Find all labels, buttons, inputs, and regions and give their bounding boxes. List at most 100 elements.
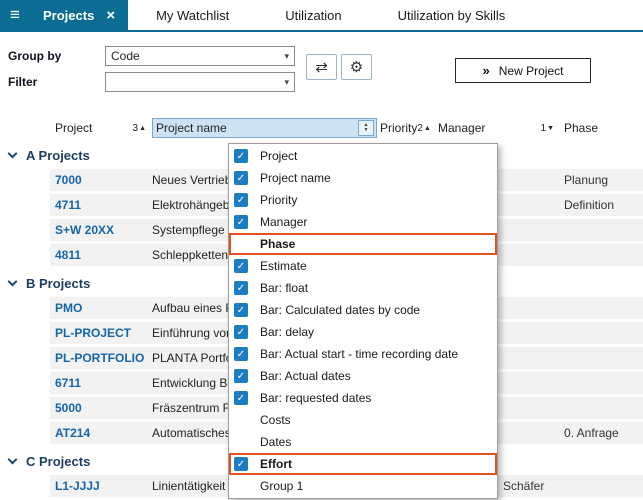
menu-item-bar-requested-dates[interactable]: ✓ Bar: requested dates — [229, 387, 497, 409]
menu-item-label: Bar: Actual dates — [260, 369, 351, 383]
column-header-phase[interactable]: Phase — [560, 118, 643, 138]
menu-item-group-1[interactable]: Group 1 — [229, 475, 497, 497]
filter-select[interactable]: ▾ — [105, 72, 295, 92]
project-code-link[interactable]: AT214 — [50, 426, 152, 440]
project-code-link[interactable]: 4811 — [50, 248, 152, 262]
menu-item-bar-delay[interactable]: ✓Bar: delay — [229, 321, 497, 343]
menu-item-label: Bar: Calculated dates by code — [260, 303, 420, 317]
hamburger-icon: ≡ — [10, 5, 20, 25]
filter-label: Filter — [8, 75, 37, 89]
tab-bar: ≡ Projects× My Watchlist Utilization Utiliz… — [0, 0, 643, 32]
group-label: B Projects — [26, 276, 90, 291]
menu-item-label: Estimate — [260, 259, 307, 273]
column-header-manager[interactable]: Manager 1▼ — [435, 118, 560, 138]
double-chevron-icon: » — [483, 63, 490, 78]
project-code-link[interactable]: S+W 20XX — [50, 223, 152, 237]
settings-button[interactable]: ⚙ — [341, 54, 372, 80]
menu-item-label: Bar: Actual start - time recording date — [260, 347, 458, 361]
new-project-button[interactable]: » New Project — [455, 58, 591, 83]
checked-checkbox-icon[interactable]: ✓ — [234, 215, 248, 229]
close-icon[interactable]: × — [106, 8, 115, 23]
checked-checkbox-icon[interactable]: ✓ — [234, 303, 248, 317]
menu-item-priority[interactable]: ✓ Priority — [229, 189, 497, 211]
tab-my-watchlist[interactable]: My Watchlist — [128, 0, 257, 30]
menu-item-dates[interactable]: Dates — [229, 431, 497, 453]
chevron-down-icon[interactable] — [8, 148, 18, 158]
unchecked-checkbox[interactable] — [234, 413, 248, 427]
project-code-link[interactable]: PL-PROJECT — [50, 326, 152, 340]
hamburger-menu-button[interactable]: ≡ — [0, 0, 30, 30]
menu-item-label: Project — [260, 149, 297, 163]
column-header-priority[interactable]: Priority2▲ — [377, 118, 435, 138]
sort-toggle-icon[interactable]: ▲▼ — [358, 120, 374, 136]
tab-utilization-by-skills[interactable]: Utilization by Skills — [370, 0, 534, 30]
menu-item-label: Costs — [260, 413, 291, 427]
project-code-link[interactable]: 5000 — [50, 401, 152, 415]
column-header-project-name[interactable]: Project name▲▼ — [152, 118, 377, 138]
new-project-label: New Project — [499, 64, 564, 78]
unchecked-checkbox[interactable] — [234, 479, 248, 493]
column-header-label: Manager — [438, 121, 485, 135]
sort-rank: 3 — [133, 123, 139, 134]
menu-item-bar-float[interactable]: ✓Bar: float — [229, 277, 497, 299]
checked-checkbox-icon[interactable]: ✓ — [234, 457, 248, 471]
project-code-link[interactable]: PMO — [50, 301, 152, 315]
menu-item-bar-actual-start-time-recording-date[interactable]: ✓ Bar: Actual start - time recording date — [229, 343, 497, 365]
menu-item-bar-calculated-dates-by-code[interactable]: ✓ Bar: Calculated dates by code — [229, 299, 497, 321]
chevron-down-icon[interactable] — [8, 276, 18, 286]
menu-item-project-name[interactable]: ✓ Project name — [229, 167, 497, 189]
project-code-link[interactable]: 4711 — [50, 198, 152, 212]
refresh-button[interactable]: ⇄ — [306, 54, 337, 80]
tab-utilization[interactable]: Utilization — [257, 0, 369, 30]
planta-app-window: ≡ Projects× My Watchlist Utilization Utiliz… — [0, 0, 643, 500]
menu-item-project[interactable]: ✓ Project — [229, 145, 497, 167]
project-code-link[interactable]: PL-PORTFOLIO — [50, 351, 152, 365]
menu-item-phase[interactable]: Phase — [229, 233, 497, 255]
menu-item-label: Project name — [260, 171, 331, 185]
tab-projects[interactable]: Projects× — [30, 0, 128, 30]
checked-checkbox-icon[interactable]: ✓ — [234, 391, 248, 405]
project-code-link[interactable]: L1-JJJJ — [50, 479, 152, 493]
tab-label: Utilization — [285, 8, 341, 23]
checked-checkbox-icon[interactable]: ✓ — [234, 325, 248, 339]
sort-desc-icon: ▼ — [547, 125, 554, 132]
menu-item-label: Dates — [260, 435, 291, 449]
chevron-down-icon[interactable] — [8, 454, 18, 464]
menu-item-label: Group 1 — [260, 479, 303, 493]
group-by-label: Group by — [8, 49, 61, 63]
project-code-link[interactable]: 6711 — [50, 376, 152, 390]
sort-rank: 1 — [541, 123, 547, 134]
group-by-select[interactable]: Code ▾ — [105, 46, 295, 66]
menu-item-costs[interactable]: Costs — [229, 409, 497, 431]
menu-item-bar-actual-dates[interactable]: ✓ Bar: Actual dates — [229, 365, 497, 387]
tab-label: My Watchlist — [156, 8, 229, 23]
menu-item-label: Bar: requested dates — [260, 391, 371, 405]
checked-checkbox-icon[interactable]: ✓ — [234, 193, 248, 207]
checked-checkbox-icon[interactable]: ✓ — [234, 281, 248, 295]
tab-strip: Projects× My Watchlist Utilization Utilizat… — [30, 0, 533, 30]
checked-checkbox-icon[interactable]: ✓ — [234, 369, 248, 383]
sort-indicator: 1▼ — [541, 123, 555, 134]
menu-item-label: Phase — [260, 237, 295, 251]
menu-item-effort[interactable]: ✓Effort — [229, 453, 497, 475]
chevron-down-icon: ▾ — [284, 77, 289, 88]
menu-item-label: Manager — [260, 215, 307, 229]
checked-checkbox-icon[interactable]: ✓ — [234, 149, 248, 163]
project-code-link[interactable]: 7000 — [50, 173, 152, 187]
table-header-row: Project3▲Project name▲▼Priority2▲Manager… — [0, 118, 643, 138]
menu-item-manager[interactable]: ✓ Manager — [229, 211, 497, 233]
column-header-project[interactable]: Project3▲ — [50, 118, 152, 138]
column-header-label: Phase — [564, 121, 598, 135]
checked-checkbox-icon[interactable]: ✓ — [234, 259, 248, 273]
menu-item-estimate[interactable]: ✓ Estimate — [229, 255, 497, 277]
menu-item-label: Priority — [260, 193, 297, 207]
sort-asc-icon: ▲ — [424, 125, 431, 132]
unchecked-checkbox[interactable] — [234, 435, 248, 449]
group-label: A Projects — [26, 148, 90, 163]
checked-checkbox-icon[interactable]: ✓ — [234, 171, 248, 185]
checked-checkbox-icon[interactable]: ✓ — [234, 347, 248, 361]
group-by-value: Code — [111, 49, 140, 63]
group-label: C Projects — [26, 454, 90, 469]
unchecked-checkbox[interactable] — [234, 237, 248, 251]
phase-cell: 0. Anfrage — [560, 426, 643, 440]
